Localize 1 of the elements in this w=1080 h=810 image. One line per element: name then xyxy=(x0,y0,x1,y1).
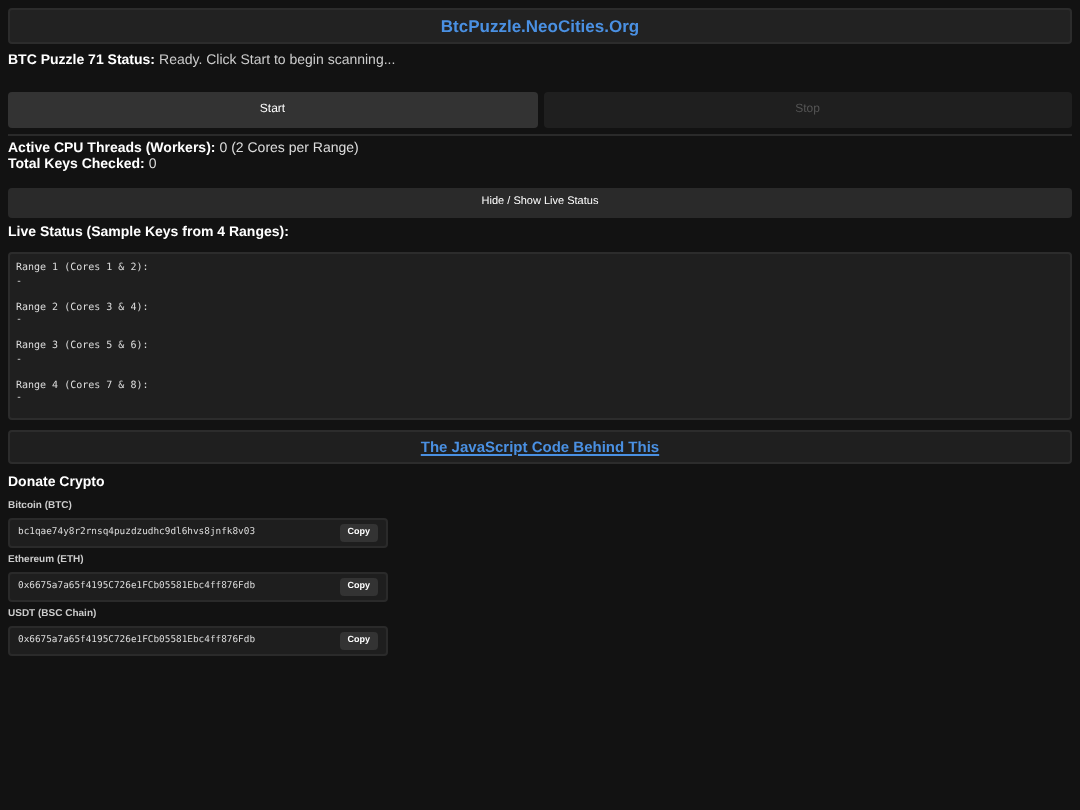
site-link[interactable]: BtcPuzzle.NeoCities.Org xyxy=(440,13,640,39)
